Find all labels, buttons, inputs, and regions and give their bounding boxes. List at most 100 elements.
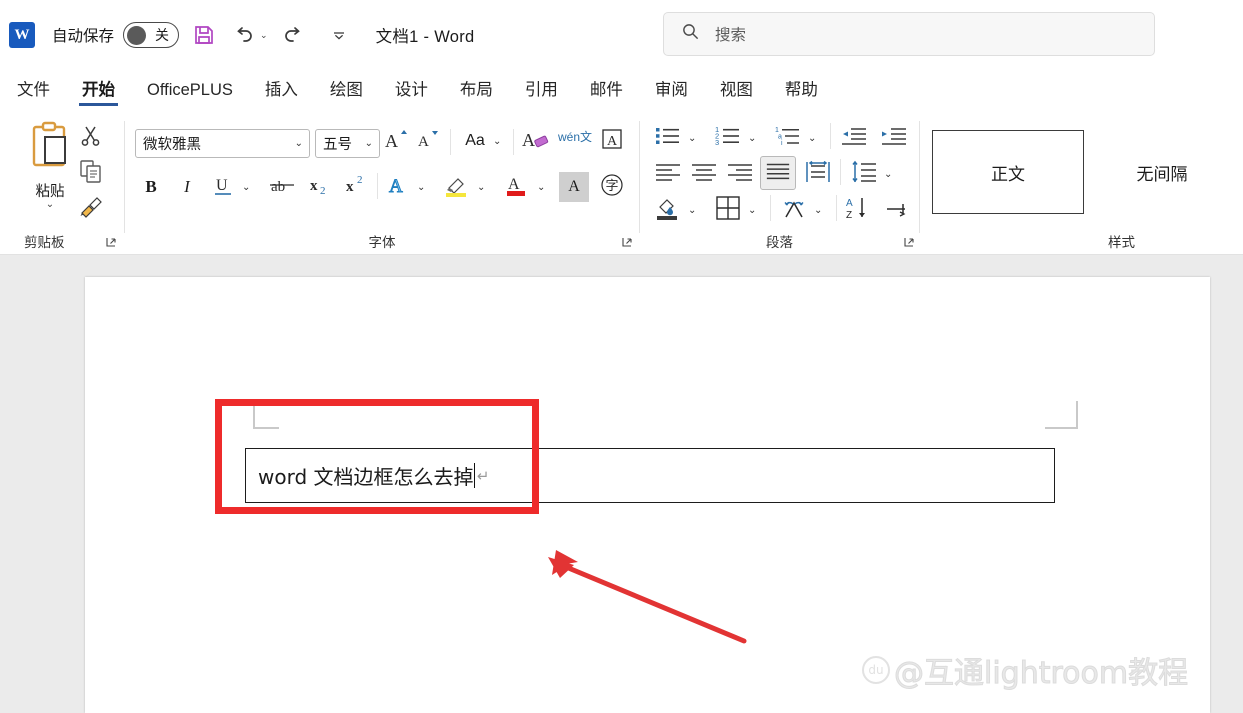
borders-button[interactable] — [712, 195, 744, 225]
text-highlight-button[interactable] — [441, 172, 473, 202]
increase-indent-button[interactable] — [878, 123, 910, 153]
superscript-button[interactable]: x2 — [343, 172, 371, 202]
tab-design[interactable]: 设计 — [392, 70, 431, 111]
shading-caret[interactable]: ⌄ — [688, 195, 696, 225]
strikethrough-button[interactable]: ab — [267, 172, 297, 202]
align-justify-button[interactable] — [760, 156, 796, 190]
text-effects-icon: A — [385, 173, 411, 202]
text-effects-button[interactable]: A — [383, 172, 413, 202]
borders-caret[interactable]: ⌄ — [748, 195, 756, 225]
character-shading-button[interactable]: A — [559, 172, 589, 202]
document-canvas[interactable]: word 文档边框怎么去掉 ↵ du @互通lightroom教程 — [0, 255, 1243, 713]
clear-formatting-button[interactable]: A — [520, 126, 552, 156]
font-color-button[interactable]: A — [501, 172, 533, 202]
align-left-button[interactable] — [652, 159, 684, 189]
font-dialog-launcher[interactable] — [620, 236, 634, 250]
bold-button[interactable]: B — [137, 172, 165, 202]
tab-layout[interactable]: 布局 — [457, 70, 496, 111]
tab-help[interactable]: 帮助 — [782, 70, 821, 111]
svg-text:A: A — [508, 176, 520, 193]
svg-text:x: x — [346, 179, 354, 195]
align-right-button[interactable] — [724, 159, 756, 189]
subscript-button[interactable]: x2 — [307, 172, 335, 202]
change-case-label: Aa — [465, 132, 485, 149]
text-effects-caret[interactable]: ⌄ — [417, 172, 425, 202]
font-name-combo[interactable]: 微软雅黑 ⌄ — [135, 129, 310, 158]
line-spacing-caret[interactable]: ⌄ — [884, 159, 892, 189]
search-input[interactable]: 搜索 — [663, 12, 1155, 56]
tab-officeplus[interactable]: OfficePLUS — [144, 70, 236, 111]
font-color-caret[interactable]: ⌄ — [537, 172, 545, 202]
highlight-caret[interactable]: ⌄ — [477, 172, 485, 202]
multilevel-list-button[interactable]: 1 a i — [772, 123, 804, 153]
multilevel-list-caret[interactable]: ⌄ — [808, 123, 816, 153]
distribute-text-button[interactable] — [802, 159, 834, 189]
change-case-caret[interactable]: ⌄ — [493, 126, 501, 156]
tab-review[interactable]: 审阅 — [652, 70, 691, 111]
font-size-combo[interactable]: 五号 ⌄ — [315, 129, 380, 158]
numbered-list-button[interactable]: 1 2 3 — [712, 123, 744, 153]
character-border-icon: A — [600, 127, 624, 156]
redo-button[interactable] — [278, 20, 308, 50]
svg-text:A: A — [607, 134, 618, 149]
svg-text:2: 2 — [357, 174, 363, 186]
undo-dropdown-caret[interactable]: ⌄ — [260, 30, 268, 41]
subscript-icon: x2 — [308, 173, 334, 202]
decrease-indent-button[interactable] — [838, 123, 870, 153]
paste-button[interactable]: 粘贴 ⌄ — [22, 121, 78, 210]
paragraph-dialog-launcher[interactable] — [902, 236, 916, 250]
character-border-button[interactable]: A — [597, 126, 627, 156]
save-button[interactable] — [189, 20, 219, 50]
margin-marker-top-right — [1045, 401, 1078, 429]
svg-text:A: A — [385, 131, 398, 151]
paste-dropdown-caret[interactable]: ⌄ — [22, 199, 78, 210]
underline-button[interactable]: U — [209, 172, 237, 202]
shrink-font-button[interactable]: A — [415, 126, 443, 156]
tab-draw[interactable]: 绘图 — [327, 70, 366, 111]
clipboard-dialog-launcher[interactable] — [104, 236, 118, 250]
sort-button[interactable]: A Z — [842, 195, 874, 225]
ribbon-group-font: 微软雅黑 ⌄ 五号 ⌄ A A Aa ⌄ A wén文 A B I U ⌄ ab… — [125, 111, 639, 255]
style-no-spacing[interactable]: 无间隔 — [1086, 130, 1238, 214]
cut-button[interactable] — [78, 123, 108, 153]
grow-font-button[interactable]: A — [383, 126, 411, 156]
tab-references[interactable]: 引用 — [522, 70, 561, 111]
tab-view[interactable]: 视图 — [717, 70, 756, 111]
tab-file[interactable]: 文件 — [14, 70, 53, 111]
undo-button[interactable] — [229, 20, 259, 50]
decrease-indent-icon — [840, 124, 868, 153]
shading-button[interactable] — [652, 195, 684, 225]
enclose-characters-button[interactable]: 字 — [597, 172, 627, 202]
asian-layout-icon — [780, 195, 808, 226]
numbered-list-caret[interactable]: ⌄ — [748, 123, 756, 153]
annotation-red-arrow — [548, 550, 747, 644]
line-spacing-button[interactable] — [848, 159, 880, 189]
change-case-button[interactable]: Aa — [458, 126, 492, 156]
style-normal[interactable]: 正文 — [932, 130, 1084, 214]
underline-caret[interactable]: ⌄ — [242, 172, 250, 202]
phonetic-guide-button[interactable]: wén文 — [557, 123, 593, 153]
baidu-paw-icon: du — [862, 656, 890, 684]
copy-icon — [78, 160, 104, 188]
copy-button[interactable] — [78, 158, 108, 188]
chevron-down-icon[interactable]: ⌄ — [289, 138, 309, 149]
distribute-text-icon — [804, 160, 832, 189]
paragraph-divider-2 — [840, 159, 841, 185]
italic-button[interactable]: I — [173, 172, 201, 202]
ribbon: 粘贴 ⌄ 剪贴板 微软雅黑 ⌄ 五号 ⌄ A A Aa ⌄ A wén文 A B… — [0, 111, 1243, 255]
autosave-toggle[interactable]: 关 — [123, 22, 180, 48]
bullet-list-caret[interactable]: ⌄ — [688, 123, 696, 153]
tab-insert[interactable]: 插入 — [262, 70, 301, 111]
asian-layout-button[interactable] — [778, 195, 810, 225]
svg-text:Z: Z — [846, 210, 852, 221]
customize-quick-access-toolbar-button[interactable] — [324, 20, 354, 50]
strikethrough-icon: ab — [268, 173, 296, 202]
format-painter-button[interactable] — [78, 193, 108, 223]
show-formatting-marks-button[interactable] — [882, 195, 914, 225]
tab-home[interactable]: 开始 — [79, 70, 118, 111]
tab-mailings[interactable]: 邮件 — [587, 70, 626, 111]
bullet-list-button[interactable] — [652, 123, 684, 153]
align-center-button[interactable] — [688, 159, 720, 189]
asian-layout-caret[interactable]: ⌄ — [814, 195, 822, 225]
chevron-down-icon[interactable]: ⌄ — [359, 138, 379, 149]
